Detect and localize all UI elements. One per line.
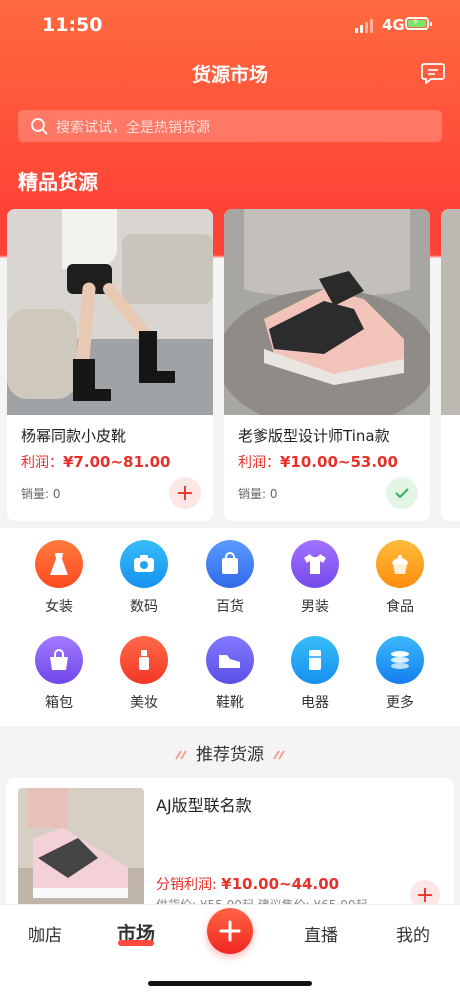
category-food[interactable]: 食品 (360, 540, 440, 616)
category-men[interactable]: 男装 (275, 540, 355, 616)
signal-icon (355, 19, 375, 33)
status-bar: 11:50 4G ⚡ (0, 0, 460, 52)
publish-button[interactable] (207, 908, 253, 954)
product-sales: 销量: 0 (238, 487, 278, 501)
network-type: 4G (382, 16, 405, 34)
cupcake-icon (376, 540, 424, 588)
tab-me[interactable]: 我的 (396, 921, 430, 946)
category-shoes[interactable]: 鞋靴 (190, 636, 270, 712)
product-image-boots[interactable] (7, 209, 213, 415)
search-icon (31, 118, 48, 135)
product-profit: 利润：¥10.00~53.00 (238, 453, 398, 471)
product-sales: 销量: 0 (21, 487, 61, 501)
category-general[interactable]: 百货 (190, 540, 270, 616)
status-time: 11:50 (42, 14, 103, 36)
tshirt-icon (291, 540, 339, 588)
category-digital[interactable]: 数码 (104, 540, 184, 616)
stack-icon (376, 636, 424, 684)
product-name: AJ版型联名款 (156, 796, 252, 815)
shoe-icon (206, 636, 254, 684)
product-image-sneakers[interactable] (224, 209, 430, 415)
handbag-icon (35, 636, 83, 684)
category-appliances[interactable]: 电器 (275, 636, 355, 712)
shopping-bag-icon (206, 540, 254, 588)
category-more[interactable]: 更多 (360, 636, 440, 712)
camera-icon (120, 540, 168, 588)
fridge-icon (291, 636, 339, 684)
message-icon[interactable] (421, 62, 445, 84)
plus-icon (219, 920, 241, 942)
plus-icon: + (175, 480, 195, 506)
search-bar[interactable]: 搜索试试，全是热销货源 (18, 110, 442, 142)
add-to-store-button[interactable]: + (169, 477, 201, 509)
slash-decoration-icon (175, 750, 187, 760)
product-name: 老爹版型设计师Tina款 (238, 427, 390, 445)
category-women[interactable]: 女装 (19, 540, 99, 616)
battery-icon: ⚡ (405, 17, 432, 30)
product-image-aj[interactable] (18, 788, 144, 914)
product-profit: 分销利润: ¥10.00~44.00 (156, 875, 340, 893)
featured-card-partial[interactable] (441, 209, 460, 521)
category-bags[interactable]: 箱包 (19, 636, 99, 712)
dress-icon (35, 540, 83, 588)
product-name: 杨幂同款小皮靴 (21, 427, 127, 445)
featured-card[interactable]: 杨幂同款小皮靴 利润：¥7.00~81.00 销量: 0 + (7, 209, 213, 521)
tab-cafe[interactable]: 咖店 (28, 921, 62, 946)
category-beauty[interactable]: 美妆 (104, 636, 184, 712)
active-tab-indicator (118, 940, 154, 946)
lipstick-icon (120, 636, 168, 684)
featured-section-title: 精品货源 (18, 170, 98, 194)
featured-card[interactable]: 老爹版型设计师Tina款 利润：¥10.00~53.00 销量: 0 (224, 209, 430, 521)
home-indicator (148, 981, 312, 986)
added-button[interactable] (386, 477, 418, 509)
tab-live[interactable]: 直播 (304, 921, 338, 946)
recommend-section-title: 推荐货源 (0, 740, 460, 765)
slash-decoration-icon (273, 750, 285, 760)
check-icon (395, 488, 409, 499)
search-placeholder: 搜索试试，全是热销货源 (56, 120, 210, 136)
page-title: 货源市场 (191, 64, 268, 86)
product-profit: 利润：¥7.00~81.00 (21, 453, 171, 471)
